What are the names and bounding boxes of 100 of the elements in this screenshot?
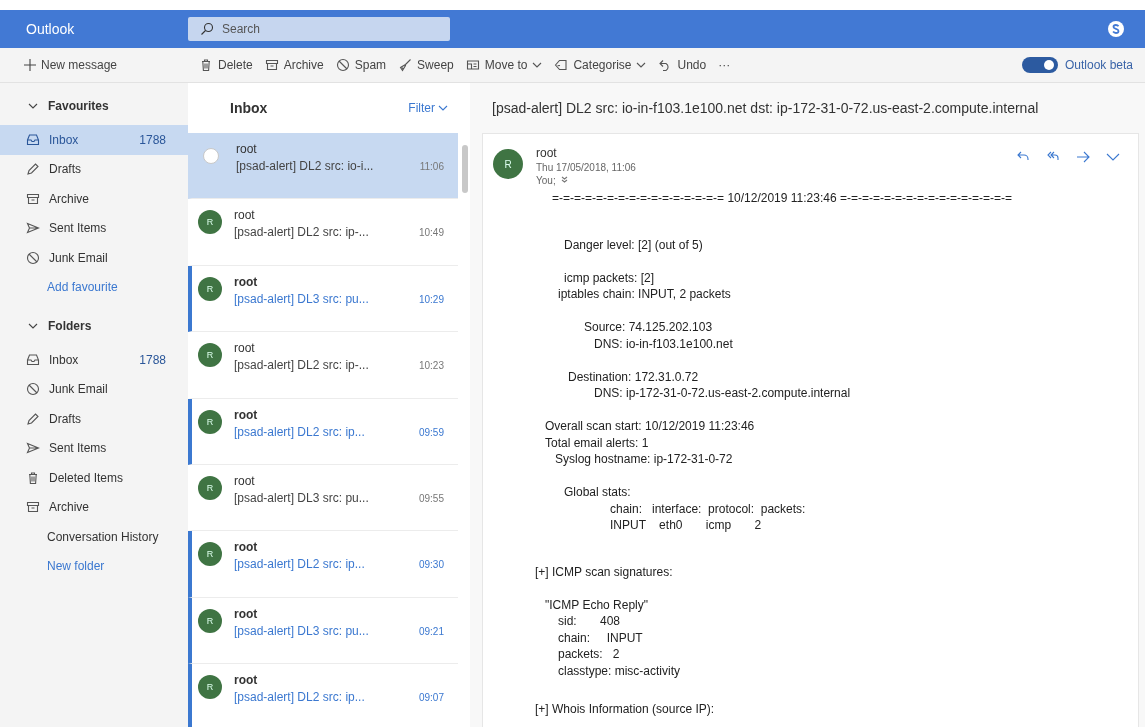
more-button[interactable]: ··· (712, 51, 737, 79)
message-item[interactable]: R root [psad-alert] DL2 src: ip... 09:30 (188, 531, 458, 598)
message-subject: [psad-alert] DL2 src: ip... (234, 690, 366, 705)
pencil-icon (26, 162, 40, 177)
message-subject: [psad-alert] DL2 src: ip-... (234, 225, 370, 240)
sender-name: root (234, 208, 256, 223)
toggle-switch[interactable] (1021, 57, 1058, 73)
sidebar-item[interactable]: Drafts (0, 154, 188, 184)
sidebar-item[interactable]: Sent Items (0, 213, 188, 243)
unread-count: 1788 (139, 352, 166, 367)
avatar: R (198, 475, 222, 500)
select-circle[interactable] (203, 148, 219, 164)
trash-icon (26, 470, 40, 485)
message-subject: [psad-alert] DL2 src: ip... (234, 424, 366, 439)
item-label: Archive (49, 500, 90, 515)
avatar: R (198, 675, 222, 700)
avatar: R (198, 409, 222, 434)
new-message-button[interactable]: New message (0, 51, 188, 79)
message-item[interactable]: R root [psad-alert] DL2 src: ip-... 10:49 (188, 199, 458, 266)
body-text: chain: interface: protocol: packets: (610, 500, 806, 517)
section-header[interactable]: Favourites (0, 91, 188, 121)
send-icon (26, 221, 40, 236)
item-label: Sent Items (49, 221, 108, 236)
body-text: Syslog hostname: ip-172-31-0-72 (555, 451, 733, 468)
body-text: Danger level: [2] (out of 5) (564, 236, 703, 253)
sidebar-item[interactable]: Inbox 1788 (0, 125, 188, 155)
body-text: Source: 74.125.202.103 (584, 319, 713, 336)
sender-name: root (234, 606, 259, 621)
list-title: Inbox (230, 100, 269, 116)
body-text: DNS: io-in-f103.1e100.net (594, 335, 733, 352)
search-field[interactable]: Search (188, 17, 450, 41)
archive-icon (264, 58, 279, 72)
scrollbar[interactable] (462, 145, 468, 193)
toggle-label: Outlook beta (1064, 58, 1133, 72)
avatar: R (493, 149, 523, 179)
sidebar-item[interactable]: Inbox 1788 (0, 345, 188, 375)
app-name: Outlook (25, 21, 76, 37)
body-text: Destination: 172.31.0.72 (568, 368, 699, 385)
item-label: Archive (49, 191, 90, 206)
spam-button[interactable]: Spam (329, 51, 393, 79)
sidebar-link[interactable]: Add favourite (0, 272, 188, 302)
move-icon (465, 58, 480, 72)
blocked-icon (26, 382, 40, 397)
message-item[interactable]: R root [psad-alert] DL3 src: pu... 10:29 (188, 265, 458, 333)
sender-name: root (536, 146, 558, 160)
plus-icon (24, 59, 36, 71)
sidebar-link[interactable]: New folder (0, 551, 188, 581)
message-time: 09:59 (418, 426, 444, 439)
sender-name: root (234, 473, 256, 488)
archive-button[interactable]: Archive (258, 51, 330, 79)
unread-count: 1788 (139, 132, 166, 147)
item-label: Junk Email (49, 250, 109, 265)
avatar: R (198, 542, 222, 567)
message-subject: [psad-alert] DL3 src: pu... (234, 490, 370, 505)
sidebar-item[interactable]: Conversation History (0, 522, 188, 552)
item-label: New folder (47, 559, 106, 574)
sidebar-item[interactable]: Sent Items (0, 433, 188, 463)
delete-button[interactable]: Delete (193, 51, 259, 79)
chevron-down-icon (28, 103, 38, 109)
sidebar-item[interactable]: Drafts (0, 404, 188, 434)
body-text: classtype: misc-activity (558, 662, 681, 679)
body-text: chain: INPUT (558, 629, 643, 646)
body-text: =-=-=-=-=-=-=-=-=-=-=-=-=-=-=-= 10/12/2019 11:23:46 =-=-=-=-=-=-=-=-=-=-=-=-=-=-=-= (552, 190, 1012, 207)
categorise-button[interactable]: Categorise (548, 51, 653, 79)
tag-icon (554, 58, 569, 72)
message-subject: [psad-alert] DL3 src: pu... (234, 291, 370, 306)
message-item[interactable]: R root [psad-alert] DL3 src: pu... 09:55 (188, 464, 458, 532)
message-subject: [psad-alert] DL2 src: ip-... (234, 358, 370, 373)
sender-name: root (234, 341, 256, 356)
item-label: Drafts (49, 162, 82, 177)
sidebar-item[interactable]: Archive (0, 492, 188, 522)
skype-icon (1107, 20, 1125, 38)
message-time: 09:30 (418, 559, 444, 572)
sender-name: root (234, 673, 259, 688)
chevron-down-icon (532, 62, 543, 68)
move-button[interactable]: Move to (459, 51, 549, 79)
message-item[interactable]: root [psad-alert] DL2 src: io-i... 11:06 (188, 133, 458, 200)
item-label: Sent Items (49, 441, 108, 456)
archive-icon (26, 191, 40, 206)
sidebar-item[interactable]: Deleted Items (0, 463, 188, 493)
chevron-down-icon (438, 105, 448, 111)
sidebar-item[interactable]: Junk Email (0, 374, 188, 404)
item-label: Junk Email (49, 382, 109, 397)
body-text: sid: 408 (558, 613, 621, 630)
message-item[interactable]: R root [psad-alert] DL2 src: ip... 09:07 (188, 664, 458, 727)
filter-button[interactable]: Filter (402, 100, 454, 116)
message-item[interactable]: R root [psad-alert] DL2 src: ip... 09:59 (188, 398, 458, 465)
undo-button[interactable]: Undo (652, 51, 713, 79)
message-item[interactable]: R root [psad-alert] DL2 src: ip-... 10:23 (188, 332, 458, 399)
body-text: Total email alerts: 1 (545, 434, 649, 451)
section-header[interactable]: Folders (0, 311, 188, 341)
item-label: Conversation History (47, 529, 160, 544)
sidebar-item[interactable]: Junk Email (0, 243, 188, 273)
avatar: R (198, 343, 222, 368)
sidebar-item[interactable]: Archive (0, 184, 188, 214)
sender-name: root (234, 540, 259, 555)
email-subject: [psad-alert] DL2 src: io-in-f103.1e100.net dst: ip-172-31-0-72.us-east-2.compute.internal (491, 99, 1040, 118)
sweep-button[interactable]: Sweep (392, 51, 460, 79)
message-time: 09:21 (418, 625, 444, 638)
message-item[interactable]: R root [psad-alert] DL3 src: pu... 09:21 (188, 597, 458, 665)
